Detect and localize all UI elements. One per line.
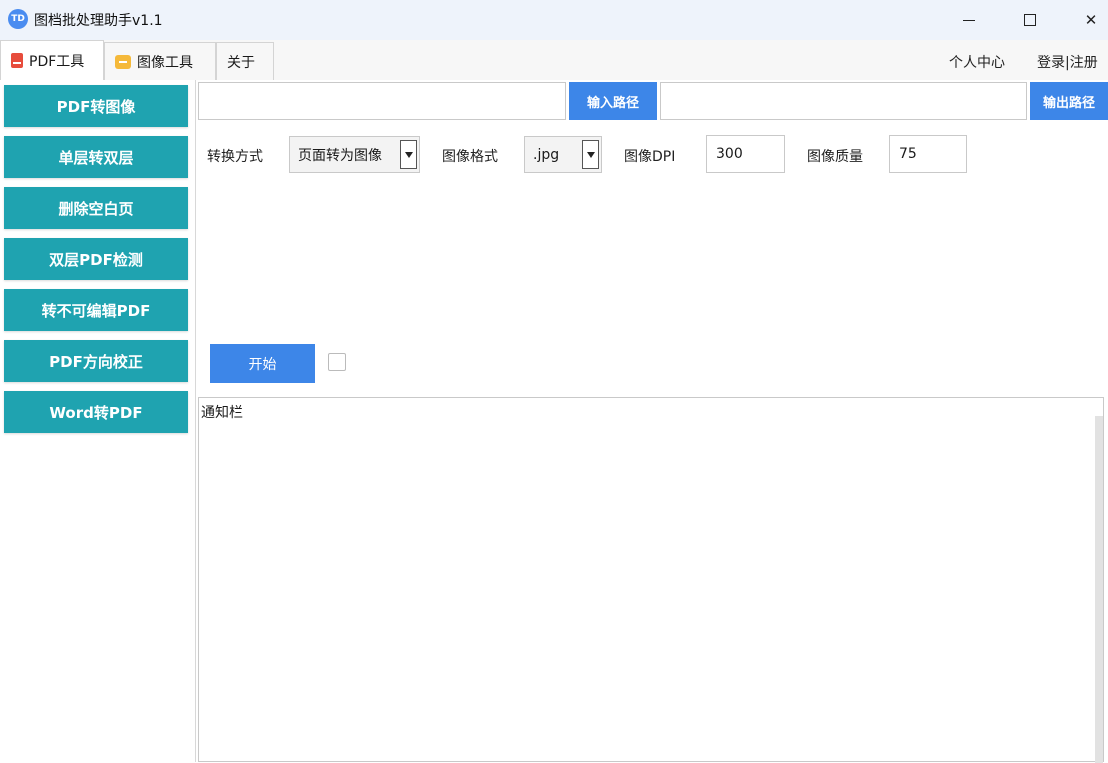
minimize-icon bbox=[963, 19, 975, 21]
personal-center-link[interactable]: 个人中心 bbox=[949, 52, 1005, 72]
minimize-button[interactable] bbox=[940, 0, 998, 40]
window-title: 图档批处理助手v1.1 bbox=[34, 13, 163, 29]
dropdown-arrow-icon[interactable] bbox=[400, 140, 417, 169]
maximize-icon bbox=[1024, 14, 1036, 26]
quality-label: 图像质量 bbox=[807, 149, 863, 165]
option-checkbox[interactable] bbox=[328, 353, 346, 371]
convert-mode-select[interactable]: 页面转为图像 bbox=[289, 136, 420, 173]
sidebar-item-delete-blank-pages[interactable]: 删除空白页 bbox=[4, 187, 188, 229]
close-icon: ✕ bbox=[1084, 11, 1098, 29]
title-bar: TD 图档批处理助手v1.1 ✕ bbox=[0, 0, 1108, 40]
image-format-label: 图像格式 bbox=[442, 149, 498, 165]
close-button[interactable]: ✕ bbox=[1062, 0, 1108, 40]
sidebar: PDF转图像 单层转双层 删除空白页 双层PDF检测 转不可编辑PDF PDF方… bbox=[0, 80, 196, 762]
start-button[interactable]: 开始 bbox=[210, 344, 315, 383]
sidebar-item-double-layer-detect[interactable]: 双层PDF检测 bbox=[4, 238, 188, 280]
dropdown-arrow-icon[interactable] bbox=[582, 140, 599, 169]
convert-mode-value: 页面转为图像 bbox=[298, 147, 382, 164]
tab-pdf-tools[interactable]: PDF工具 bbox=[0, 40, 104, 80]
sidebar-item-single-to-double-layer[interactable]: 单层转双层 bbox=[4, 136, 188, 178]
dpi-label: 图像DPI bbox=[624, 149, 676, 165]
tab-image-tools[interactable]: 图像工具 bbox=[104, 42, 216, 80]
tab-label: 关于 bbox=[227, 54, 255, 71]
output-path-field[interactable] bbox=[660, 82, 1027, 120]
image-icon bbox=[115, 54, 131, 69]
tab-about[interactable]: 关于 bbox=[216, 42, 274, 80]
output-path-button[interactable]: 输出路径 bbox=[1030, 82, 1108, 120]
dpi-input[interactable]: 300 bbox=[706, 135, 785, 173]
notice-panel[interactable]: 通知栏 bbox=[198, 397, 1104, 763]
maximize-button[interactable] bbox=[1001, 0, 1059, 40]
pdf-icon bbox=[11, 53, 23, 68]
input-path-button[interactable]: 输入路径 bbox=[569, 82, 657, 120]
convert-mode-label: 转换方式 bbox=[207, 149, 263, 165]
app-logo-icon: TD bbox=[8, 9, 28, 29]
sidebar-item-pdf-orientation[interactable]: PDF方向校正 bbox=[4, 340, 188, 382]
image-format-value: .jpg bbox=[533, 146, 560, 163]
tab-bar: PDF工具 图像工具 关于 bbox=[0, 40, 1108, 80]
notice-scrollbar[interactable] bbox=[1095, 416, 1103, 763]
sidebar-item-pdf-to-image[interactable]: PDF转图像 bbox=[4, 85, 188, 127]
notice-text: 通知栏 bbox=[201, 405, 243, 421]
quality-input[interactable]: 75 bbox=[889, 135, 967, 173]
sidebar-item-non-editable-pdf[interactable]: 转不可编辑PDF bbox=[4, 289, 188, 331]
image-format-select[interactable]: .jpg bbox=[524, 136, 602, 173]
login-register-link[interactable]: 登录|注册 bbox=[1037, 52, 1098, 72]
input-path-field[interactable] bbox=[198, 82, 566, 120]
sidebar-item-word-to-pdf[interactable]: Word转PDF bbox=[4, 391, 188, 433]
tab-label: 图像工具 bbox=[137, 54, 193, 71]
tab-label: PDF工具 bbox=[29, 53, 85, 70]
